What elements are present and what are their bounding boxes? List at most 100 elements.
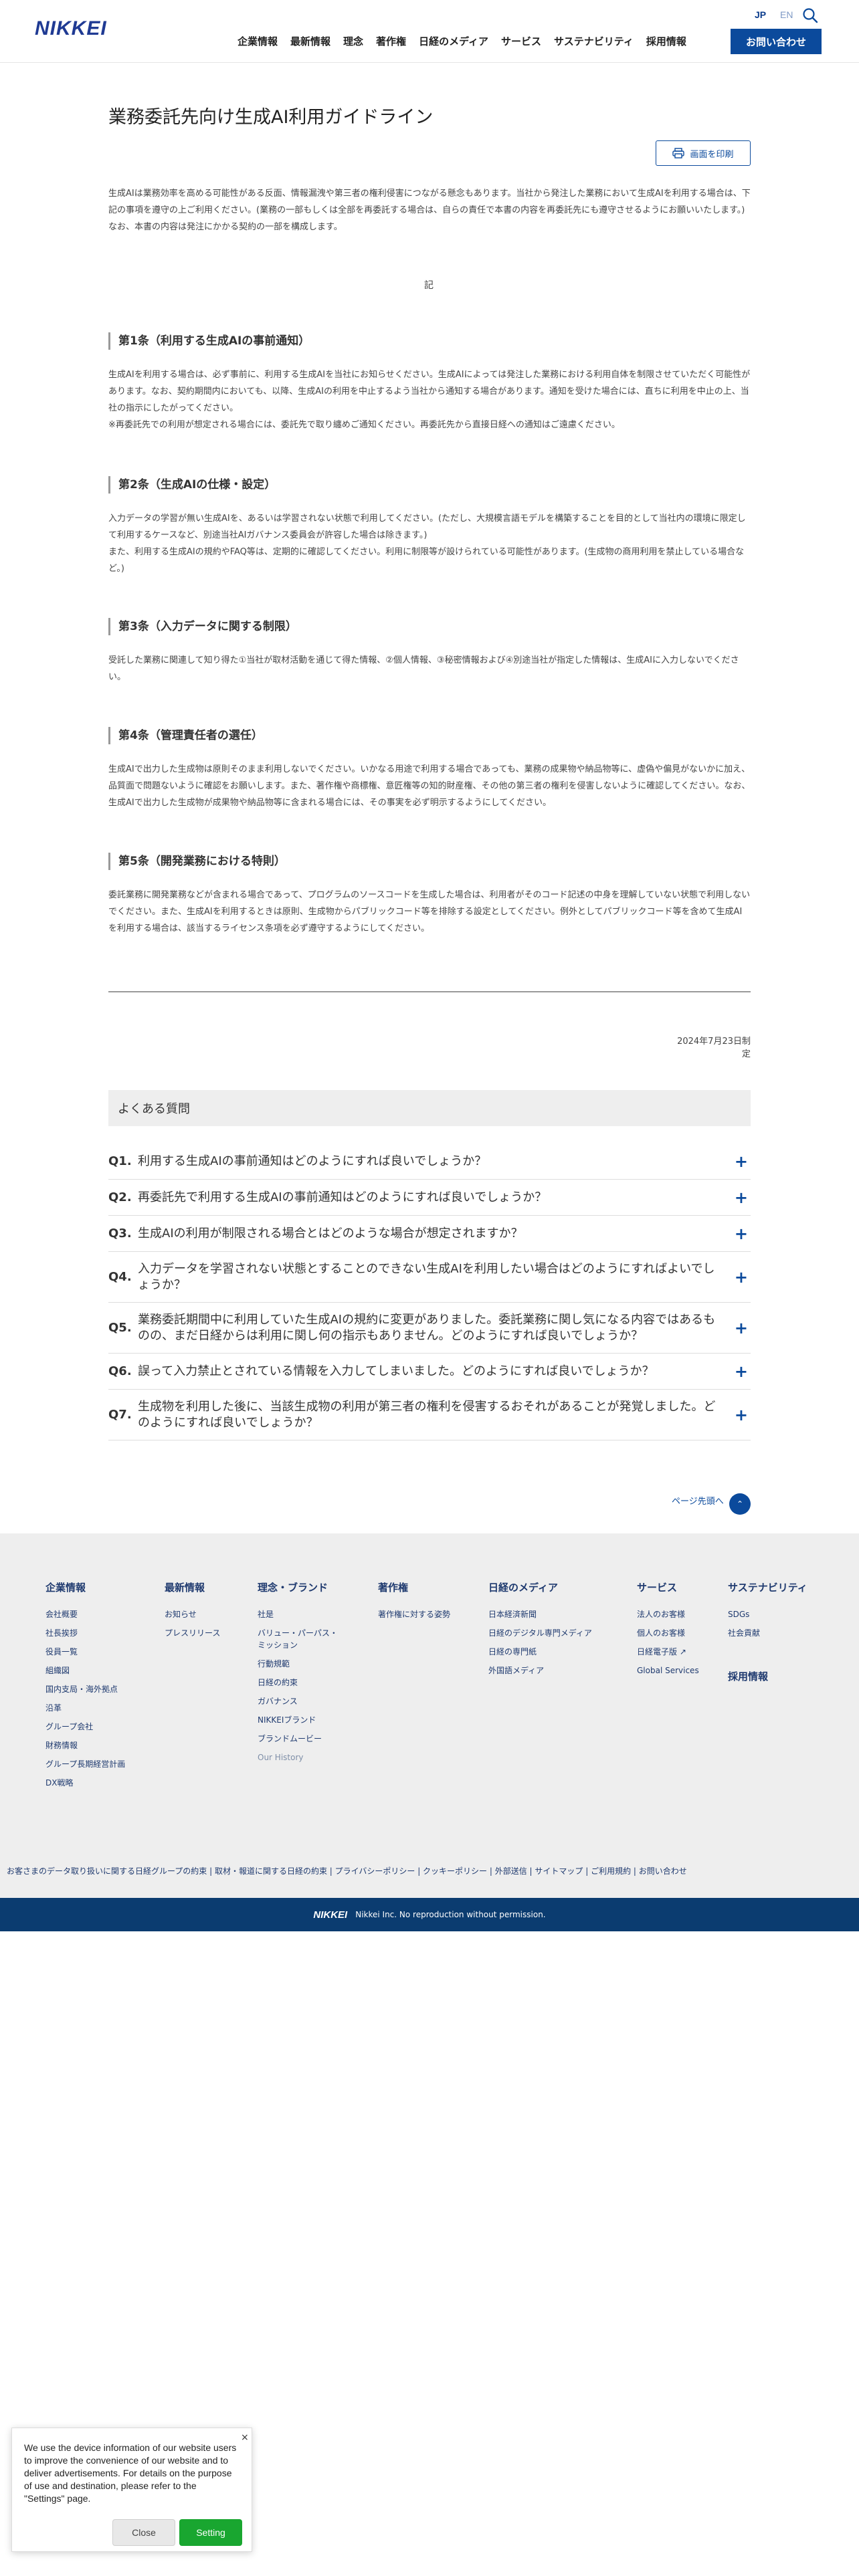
footer-policy-links[interactable]: お客さまのデータ取り扱いに関する日経グループの約束 | 取材・報道に関する日経の…	[7, 1865, 687, 1876]
section-divider	[108, 991, 751, 992]
faq-item-4[interactable]: Q4. 入力データを学習されない状態とすることのできない生成AIを利用したい場合…	[108, 1252, 751, 1303]
nav-item-news[interactable]: 最新情報	[290, 34, 330, 48]
faq-question: 誤って入力禁止とされている情報を入力してしまいました。どのようにすれば良いでしょ…	[138, 1364, 654, 1378]
faq-item-7[interactable]: Q7. 生成物を利用した後に、当該生成物の利用が第三者の権利を侵害するおそれがあ…	[108, 1390, 751, 1440]
cookie-close-button[interactable]: Close	[112, 2519, 175, 2546]
article-4-body: 生成AIで出力した生成物は原則そのまま利用しないでください。いかなる用途で利用す…	[108, 764, 751, 808]
article-2-heading: 第2条（生成AIの仕様・設定）	[108, 476, 751, 494]
faq-item-3[interactable]: Q3. 生成AIの利用が制限される場合とはどのような場合が想定されますか？ +	[108, 1216, 751, 1252]
footer-link[interactable]: グループ長期経営計画	[45, 1755, 125, 1774]
nav-item-recruit[interactable]: 採用情報	[646, 34, 686, 48]
print-button[interactable]: 画面を印刷	[656, 140, 751, 166]
footer-link[interactable]: 社是	[258, 1605, 345, 1624]
footer-link[interactable]: ブランドムービー	[258, 1729, 345, 1748]
global-nav: 企業情報 最新情報 理念 著作権 日経のメディア サービス サステナビリティ 採…	[237, 34, 699, 48]
faq-question: 生成物を利用した後に、当該生成物の利用が第三者の権利を侵害するおそれがあることが…	[138, 1399, 716, 1430]
article-5-heading: 第5条（開発業務における特則）	[108, 853, 751, 870]
plus-icon[interactable]: +	[735, 1152, 748, 1171]
nav-item-copyright[interactable]: 著作権	[376, 34, 406, 48]
faq-item-5[interactable]: Q5. 業務委託期間中に利用していた生成AIの規約に変更がありました。委託業務に…	[108, 1303, 751, 1354]
footer-link[interactable]: 著作権に対する姿勢	[378, 1605, 450, 1624]
article-3-body: 受託した業務に関連して知り得た①当社が取材活動を通じて得た情報、②個人情報、③秘…	[108, 655, 739, 682]
ki-mark: 記	[424, 280, 434, 291]
footer-link[interactable]: 日経の専門紙	[488, 1642, 592, 1661]
page-top-link[interactable]: ページ先頭へ	[672, 1494, 724, 1507]
footer-link[interactable]: Our History	[258, 1748, 345, 1767]
nav-item-company[interactable]: 企業情報	[237, 34, 278, 48]
footer-link[interactable]: 日本経済新聞	[488, 1605, 592, 1624]
footer-col-title[interactable]: サービス	[637, 1580, 699, 1594]
faq-item-1[interactable]: Q1. 利用する生成AIの事前通知はどのようにすれば良いでしょうか？ +	[108, 1144, 751, 1180]
close-icon[interactable]: ×	[241, 2432, 249, 2443]
footer-col-sustainability: サステナビリティ SDGs 社会貢献 採用情報	[728, 1580, 807, 1694]
nav-item-sustainability[interactable]: サステナビリティ	[554, 34, 634, 48]
cookie-setting-button[interactable]: Setting	[179, 2519, 242, 2546]
footer-link[interactable]: 個人のお客様	[637, 1624, 699, 1642]
search-icon[interactable]	[801, 7, 819, 24]
nav-item-media[interactable]: 日経のメディア	[419, 34, 488, 48]
footer-link[interactable]: ガバナンス	[258, 1692, 345, 1711]
faq-q-number: Q7.	[108, 1408, 132, 1422]
lang-en-link[interactable]: EN	[780, 9, 793, 20]
plus-icon[interactable]: +	[735, 1362, 748, 1381]
footer-link[interactable]: グループ会社	[45, 1717, 125, 1736]
footer-link[interactable]: 組織図	[45, 1661, 125, 1680]
print-button-label: 画面を印刷	[690, 149, 734, 160]
footer-link[interactable]: 社長挨拶	[45, 1624, 125, 1642]
footer-link[interactable]: 日経の約束	[258, 1673, 345, 1692]
nikkei-logo[interactable]: NIKKEI	[35, 17, 107, 40]
nav-item-philosophy[interactable]: 理念	[343, 34, 363, 48]
footer-link[interactable]: 沿革	[45, 1699, 125, 1717]
footer-col-title[interactable]: 最新情報	[165, 1580, 220, 1594]
footer-link[interactable]: プレスリリース	[165, 1624, 220, 1642]
footer-link[interactable]: 社会貢献	[728, 1624, 807, 1642]
footer-col-title[interactable]: 企業情報	[45, 1580, 125, 1594]
nikkei-footer-logo: NIKKEI	[313, 1909, 348, 1921]
printer-icon	[672, 148, 685, 158]
faq-question: 再委託先で利用する生成AIの事前通知はどのようにすれば良いでしょうか？	[138, 1190, 547, 1204]
footer-link[interactable]: 行動規範	[258, 1654, 345, 1673]
faq-q-number: Q5.	[108, 1321, 132, 1335]
contact-button[interactable]: お問い合わせ	[731, 29, 822, 54]
footer-link[interactable]: 財務情報	[45, 1736, 125, 1755]
footer-col-title[interactable]: 理念・ブランド	[258, 1580, 345, 1594]
plus-icon[interactable]: +	[735, 1406, 748, 1424]
footer-col-copyright: 著作権 著作権に対する姿勢	[378, 1580, 450, 1624]
footer-link[interactable]: 日経電子版 ↗	[637, 1642, 699, 1661]
lang-jp-link[interactable]: JP	[755, 9, 766, 20]
footer-link[interactable]: NIKKEIブランド	[258, 1711, 345, 1729]
footer-link[interactable]: 外国語メディア	[488, 1661, 592, 1680]
footer-link[interactable]: バリュー・パーパス・ミッション	[258, 1624, 345, 1654]
chevron-up-icon[interactable]: ⌃	[729, 1493, 751, 1515]
footer-link[interactable]: 国内支局・海外拠点	[45, 1680, 125, 1699]
faq-title: よくある質問	[108, 1090, 751, 1126]
footer-link[interactable]: SDGs	[728, 1605, 807, 1624]
footer-col-title-recruit[interactable]: 採用情報	[728, 1669, 807, 1683]
plus-icon[interactable]: +	[735, 1319, 748, 1337]
footer-link[interactable]: 会社概要	[45, 1605, 125, 1624]
footer-col-company: 企業情報 会社概要 社長挨拶 役員一覧 組織図 国内支局・海外拠点 沿革 グルー…	[45, 1580, 125, 1792]
footer-link[interactable]: DX戦略	[45, 1774, 125, 1792]
intro-text: 生成AIは業務効率を高める可能性がある反面、情報漏洩や第三者の権利侵害につながる…	[108, 189, 751, 232]
footer-link[interactable]: Global Services	[637, 1661, 699, 1680]
faq-item-2[interactable]: Q2. 再委託先で利用する生成AIの事前通知はどのようにすれば良いでしょうか？ …	[108, 1180, 751, 1216]
plus-icon[interactable]: +	[735, 1188, 748, 1207]
footer-col-title[interactable]: 著作権	[378, 1580, 450, 1594]
footer-col-media: 日経のメディア 日本経済新聞 日経のデジタル専門メディア 日経の専門紙 外国語メ…	[488, 1580, 592, 1680]
footer-col-services: サービス 法人のお客様 個人のお客様 日経電子版 ↗ Global Servic…	[637, 1580, 699, 1680]
copyright-text: Nikkei Inc. No reproduction without perm…	[355, 1910, 546, 1919]
cookie-message: We use the device information of our web…	[24, 2442, 237, 2504]
footer-link[interactable]: 法人のお客様	[637, 1605, 699, 1624]
footer-col-title[interactable]: 日経のメディア	[488, 1580, 592, 1594]
plus-icon[interactable]: +	[735, 1268, 748, 1287]
footer-col-title[interactable]: サステナビリティ	[728, 1580, 807, 1594]
nav-item-services[interactable]: サービス	[501, 34, 541, 48]
article-1-heading: 第1条（利用する生成AIの事前通知）	[108, 332, 751, 350]
article-1-body: 生成AIを利用する場合は、必ず事前に、利用する生成AIを当社にお知らせください。…	[108, 370, 751, 430]
footer-link[interactable]: 日経のデジタル専門メディア	[488, 1624, 592, 1642]
footer-link[interactable]: お知らせ	[165, 1605, 220, 1624]
plus-icon[interactable]: +	[735, 1224, 748, 1243]
footer-link[interactable]: 役員一覧	[45, 1642, 125, 1661]
faq-item-6[interactable]: Q6. 誤って入力禁止とされている情報を入力してしまいました。どのようにすれば良…	[108, 1354, 751, 1390]
faq-question: 業務委託期間中に利用していた生成AIの規約に変更がありました。委託業務に関し気に…	[138, 1312, 716, 1343]
